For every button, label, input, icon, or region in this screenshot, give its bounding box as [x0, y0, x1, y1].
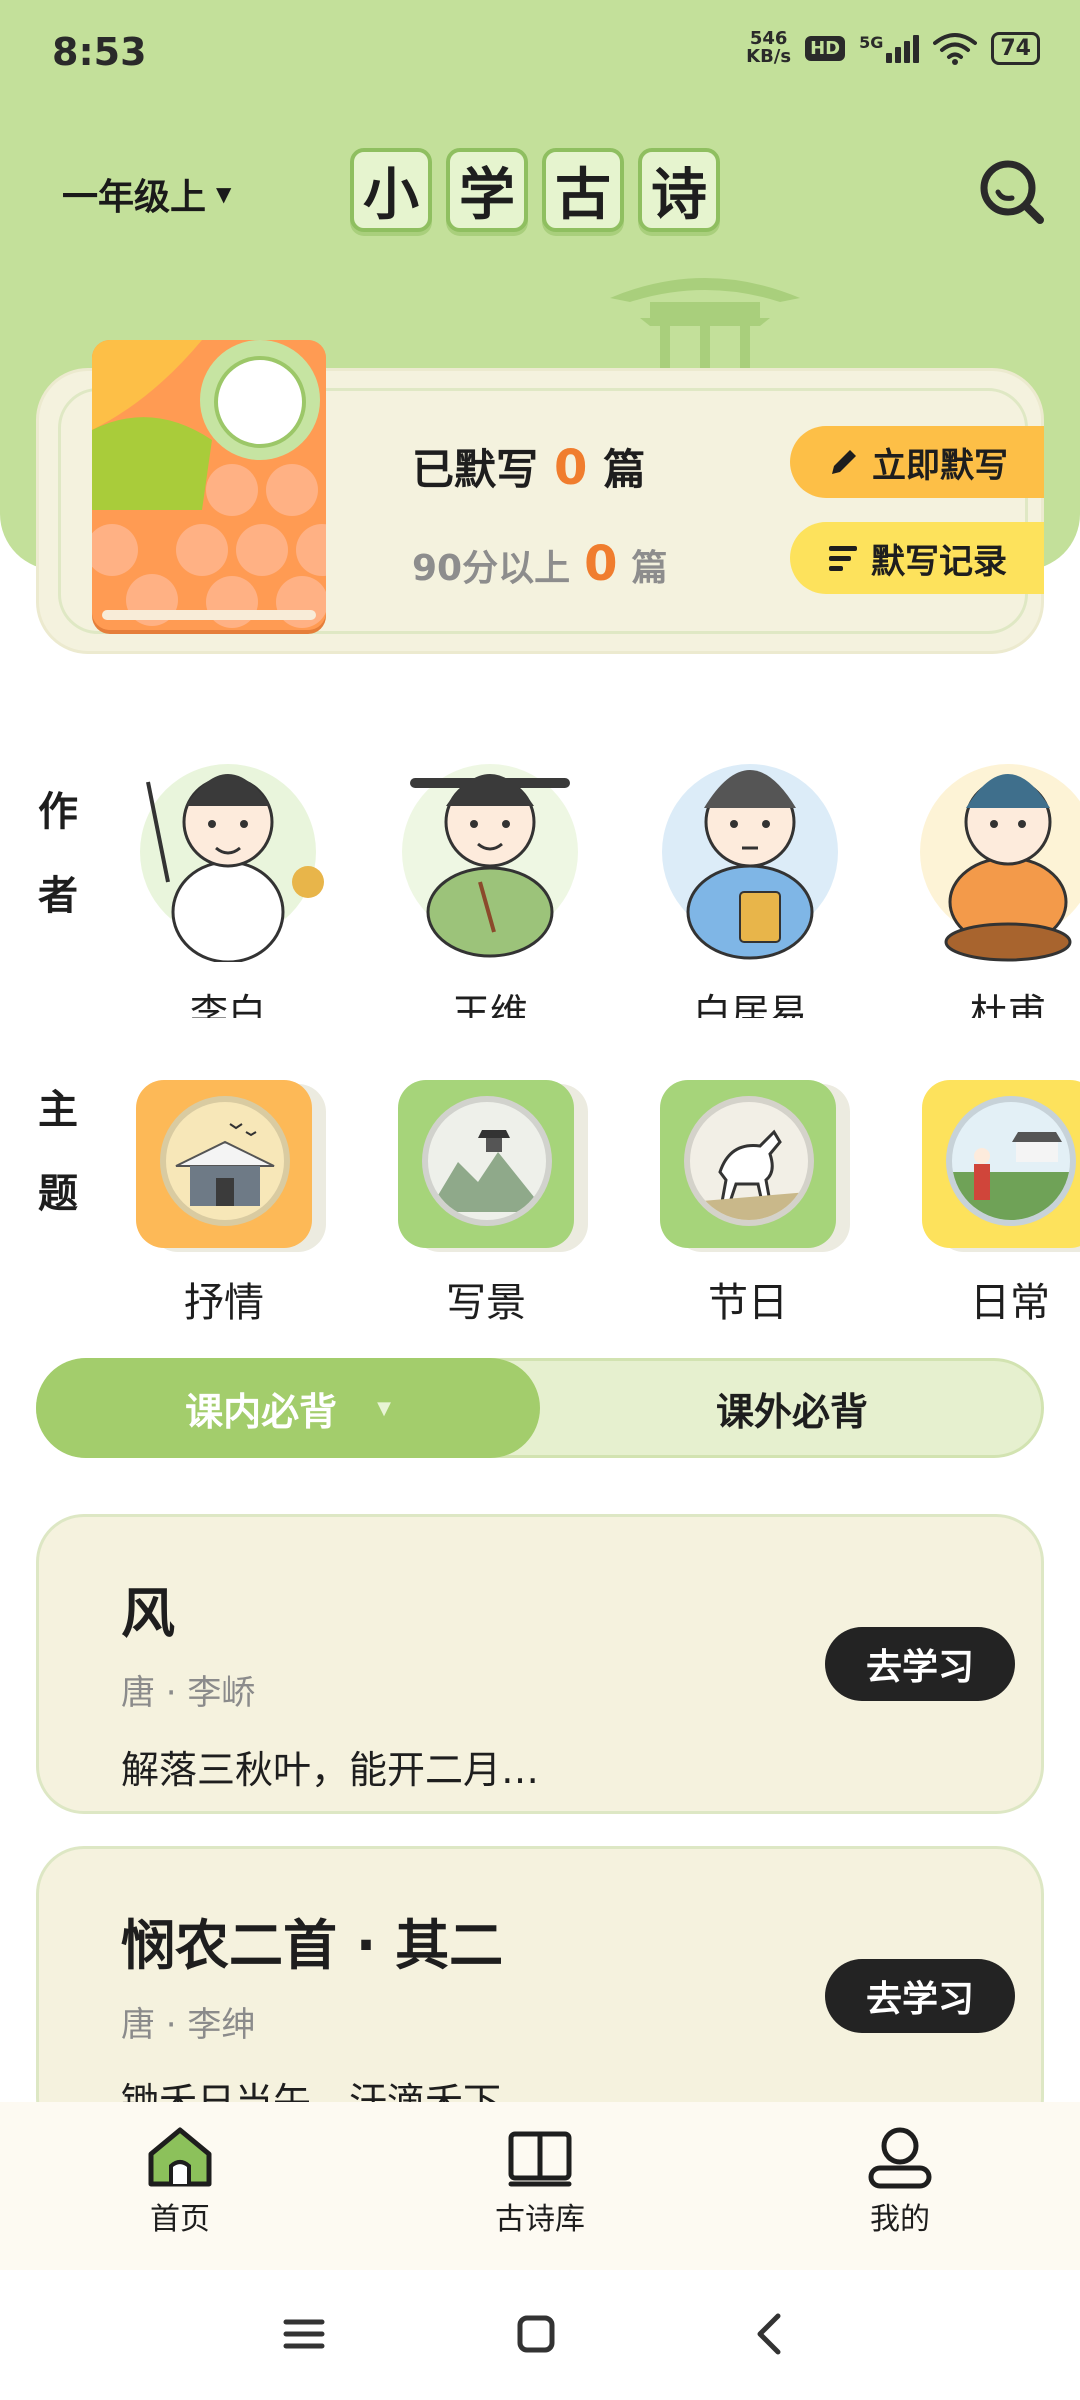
caret-down-icon: ▼ — [377, 1397, 391, 1419]
grade-label: 一年级上 — [62, 177, 207, 218]
nav-poem-library-label: 古诗库 — [495, 2202, 585, 2237]
author-libai[interactable]: 李白 — [128, 722, 328, 1018]
theme-name: 日常 — [970, 1280, 1050, 1326]
network-type: 5G — [859, 33, 884, 52]
theme-tile — [398, 1080, 574, 1248]
tab-in-class-label: 课内必背 — [185, 1389, 338, 1434]
book-icon — [508, 2131, 572, 2187]
study-button[interactable]: 去学习 — [825, 1627, 1015, 1701]
bottom-nav: 首页 古诗库 我的 — [0, 2102, 1080, 2270]
nav-home-label: 首页 — [150, 2202, 210, 2237]
caret-down-icon: ▼ — [216, 182, 232, 206]
cellular-signal-icon: 5G — [859, 33, 920, 63]
title-char: 小 — [350, 148, 432, 232]
written-count: 已默写 0 篇 — [412, 436, 645, 497]
author-portrait-icon — [140, 764, 324, 962]
theme-tile — [922, 1080, 1080, 1248]
start-dictation-button[interactable]: 立即默写 — [790, 426, 1044, 498]
status-time: 8:53 — [52, 30, 147, 74]
above90-count: 90分以上 0 篇 — [412, 536, 668, 592]
dictation-record-button[interactable]: 默写记录 — [790, 522, 1044, 594]
poem-author: 唐 · 李绅 — [121, 2005, 256, 2045]
poem-title: 悯农二首 · 其二 — [121, 1914, 504, 1977]
profile-icon — [868, 2127, 932, 2189]
above90-number: 0 — [584, 536, 618, 592]
study-button[interactable]: 去学习 — [825, 1959, 1015, 2033]
back-icon[interactable] — [746, 2310, 794, 2358]
dictation-record-label: 默写记录 — [871, 541, 1007, 582]
author-name: 白居易 — [692, 991, 807, 1018]
author-name: 杜甫 — [969, 991, 1046, 1018]
poem-title: 风 — [121, 1582, 175, 1645]
list-icon — [829, 546, 857, 571]
home-icon — [148, 2127, 212, 2187]
dictation-book-illustration — [92, 340, 326, 630]
net-speed: 546 KB/s — [746, 30, 791, 66]
theme-lyrical[interactable]: 抒情 — [136, 1080, 336, 1330]
theme-festival[interactable]: 节日 — [660, 1080, 860, 1330]
theme-name: 写景 — [446, 1280, 526, 1326]
grade-selector[interactable]: 一年级上 ▼ — [62, 168, 231, 220]
nav-profile[interactable]: 我的 — [800, 2124, 1000, 2238]
tab-extracurricular-label: 课外必背 — [715, 1389, 868, 1434]
title-char: 诗 — [638, 148, 720, 232]
above90-unit: 篇 — [631, 548, 668, 589]
author-name: 王维 — [451, 991, 528, 1018]
author-dufu[interactable]: 杜甫 — [908, 722, 1080, 1018]
start-dictation-label: 立即默写 — [872, 445, 1008, 486]
nav-poem-library[interactable]: 古诗库 — [440, 2124, 640, 2238]
house-scene-icon — [160, 1096, 290, 1226]
menu-icon[interactable] — [280, 2310, 328, 2358]
horse-icon — [684, 1096, 814, 1226]
author-wangwei[interactable]: 王维 — [390, 722, 590, 1018]
poem-first-line: 解落三秋叶，能开二月… — [121, 1748, 540, 1792]
book-spine — [102, 610, 316, 620]
above90-prefix: 90分以上 — [412, 548, 571, 589]
poem-card[interactable]: 悯农二首 · 其二 唐 · 李绅 锄禾日当午，汗滴禾下… 去学习 — [36, 1846, 1044, 2146]
hd-badge: HD — [805, 35, 846, 61]
title-char: 古 — [542, 148, 624, 232]
theme-tile — [660, 1080, 836, 1248]
net-speed-unit: KB/s — [746, 46, 792, 67]
mountain-pavilion-icon — [422, 1096, 552, 1226]
written-number: 0 — [554, 440, 588, 496]
wifi-icon — [933, 33, 978, 65]
themes-label-char: 题 — [38, 1171, 78, 1217]
author-portrait-icon — [662, 764, 838, 960]
pencil-icon — [832, 450, 856, 474]
poem-author: 唐 · 李峤 — [121, 1673, 256, 1713]
written-unit: 篇 — [603, 445, 646, 494]
authors-row: 李白 王维 白居易 杜甫 — [0, 700, 1080, 1018]
village-scene-icon — [946, 1096, 1076, 1226]
theme-tile — [136, 1080, 312, 1248]
status-indicators: 546 KB/s HD 5G 74 — [746, 30, 1040, 66]
status-bar: 8:53 546 KB/s HD 5G 74 — [0, 0, 1080, 110]
themes-label-char: 主 — [38, 1087, 78, 1133]
theme-name: 抒情 — [184, 1280, 264, 1326]
theme-scenery[interactable]: 写景 — [398, 1080, 598, 1330]
nav-profile-label: 我的 — [870, 2202, 930, 2237]
app-title: 小 学 古 诗 — [350, 148, 720, 232]
author-baijuyi[interactable]: 白居易 — [650, 722, 850, 1018]
title-char: 学 — [446, 148, 528, 232]
nav-home[interactable]: 首页 — [80, 2124, 280, 2238]
poem-card[interactable]: 风 唐 · 李峤 解落三秋叶，能开二月… 去学习 — [36, 1514, 1044, 1814]
theme-name: 节日 — [708, 1280, 788, 1326]
battery-indicator: 74 — [991, 31, 1040, 65]
tab-in-class[interactable]: 课内必背 ▼ — [36, 1358, 540, 1458]
written-prefix: 已默写 — [412, 445, 539, 494]
author-name: 李白 — [189, 991, 266, 1018]
author-portrait-icon — [920, 764, 1080, 962]
tab-extracurricular[interactable]: 课外必背 — [540, 1358, 1044, 1458]
themes-section-label: 主 题 — [38, 1068, 78, 1236]
pavilion-decoration-icon — [610, 278, 800, 368]
author-portrait-icon — [402, 764, 578, 958]
search-icon[interactable] — [976, 156, 1048, 228]
system-nav-bar — [0, 2270, 1080, 2400]
theme-daily[interactable]: 日常 — [922, 1080, 1080, 1330]
home-square-icon[interactable] — [512, 2310, 560, 2358]
